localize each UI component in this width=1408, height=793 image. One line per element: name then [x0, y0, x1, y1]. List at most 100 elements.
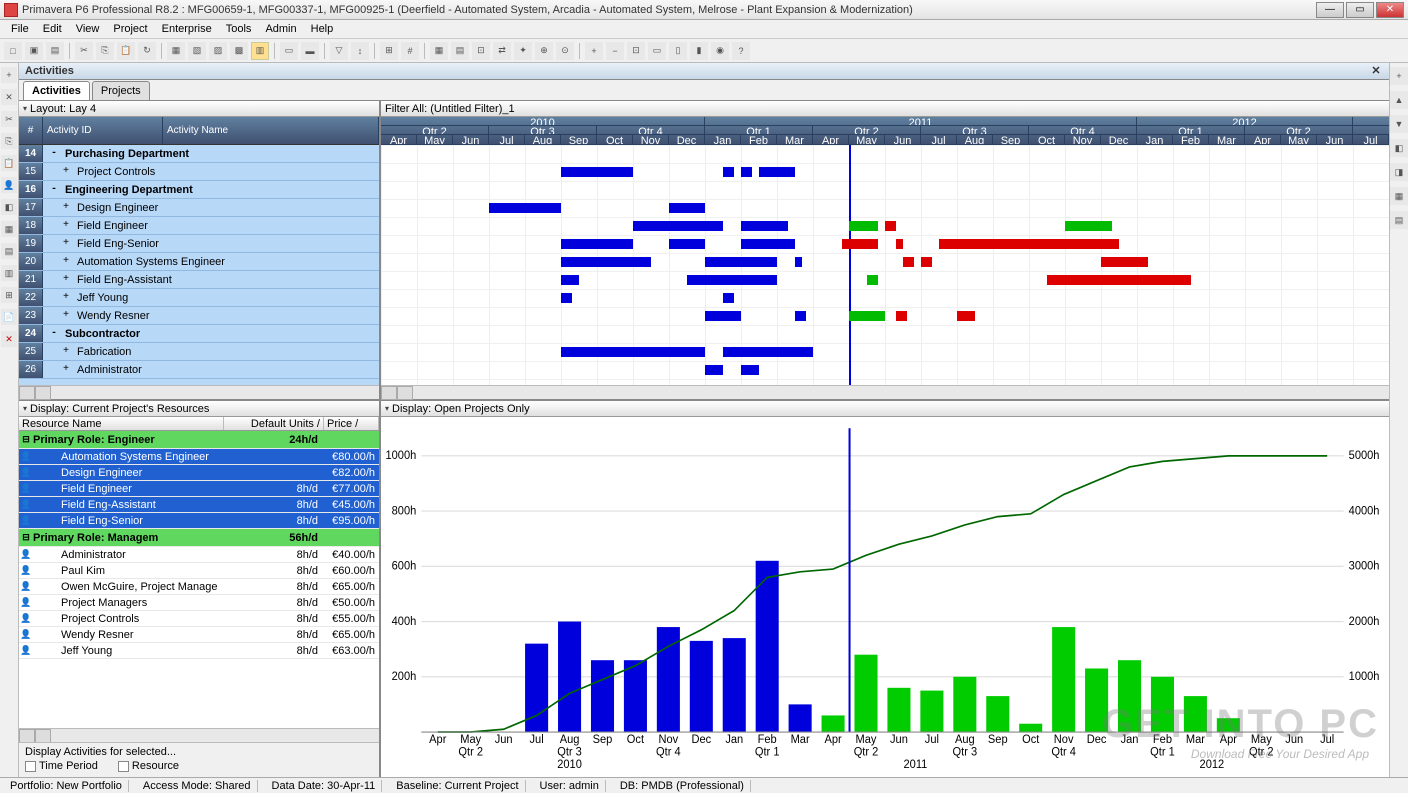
tab-activities[interactable]: Activities — [23, 81, 90, 100]
gantt-bar[interactable] — [849, 221, 878, 231]
col-resource-name[interactable]: Resource Name — [19, 417, 224, 430]
minimize-button[interactable]: — — [1316, 2, 1344, 18]
side-paste-icon[interactable]: 📋 — [1, 155, 17, 171]
menu-view[interactable]: View — [69, 21, 107, 37]
side-copy-icon[interactable]: ⎘ — [1, 133, 17, 149]
resource-row[interactable]: 👤Wendy Resner8h/d€65.00/h — [19, 627, 379, 643]
table-row[interactable]: 15+Project Controls — [19, 163, 379, 181]
role-row[interactable]: ⊟Primary Role: Managem56h/d — [19, 529, 379, 547]
rside-t1-icon[interactable]: ◧ — [1390, 139, 1408, 157]
resource-row[interactable]: 👤Automation Systems Engineer€80.00/h — [19, 449, 379, 465]
view5-icon[interactable]: ▥ — [251, 42, 269, 60]
gantt-bar[interactable] — [561, 239, 633, 249]
menu-help[interactable]: Help — [304, 21, 341, 37]
gantt-bar[interactable] — [561, 293, 572, 303]
zoomout-icon[interactable]: − — [606, 42, 624, 60]
help-icon[interactable]: ? — [732, 42, 750, 60]
gantt-bar[interactable] — [741, 221, 788, 231]
table-row[interactable]: 20+Automation Systems Engineer — [19, 253, 379, 271]
gantt-bar[interactable] — [723, 293, 734, 303]
gantt-bar[interactable] — [795, 311, 806, 321]
view2-icon[interactable]: ▧ — [188, 42, 206, 60]
gantt-bar[interactable] — [1065, 221, 1112, 231]
time-period-checkbox[interactable]: Time Period — [25, 760, 98, 772]
gantt-bar[interactable] — [921, 257, 932, 267]
tool1-icon[interactable]: ▭ — [280, 42, 298, 60]
gantt-bar[interactable] — [896, 311, 907, 321]
gantt-bar[interactable] — [885, 221, 896, 231]
resource-row[interactable]: 👤Administrator8h/d€40.00/h — [19, 547, 379, 563]
gantt-bar[interactable] — [561, 275, 579, 285]
table-row[interactable]: 17+Design Engineer — [19, 199, 379, 217]
tool9-icon[interactable]: ▭ — [648, 42, 666, 60]
tool11-icon[interactable]: ▮ — [690, 42, 708, 60]
open-icon[interactable]: ▣ — [25, 42, 43, 60]
resource-row[interactable]: 👤Design Engineer€82.00/h — [19, 465, 379, 481]
gantt-bar[interactable] — [705, 311, 741, 321]
close-button[interactable]: ✕ — [1376, 2, 1404, 18]
table-row[interactable]: 23+Wendy Resner — [19, 307, 379, 325]
tool4-icon[interactable]: ⊡ — [472, 42, 490, 60]
gantt-bar[interactable] — [705, 365, 723, 375]
gantt-bar[interactable] — [687, 275, 777, 285]
tool12-icon[interactable]: ◉ — [711, 42, 729, 60]
col-units[interactable]: Default Units / Time — [224, 417, 324, 430]
gantt-bar[interactable] — [741, 365, 759, 375]
side-succ-icon[interactable]: ▥ — [1, 265, 17, 281]
gantt-bar[interactable] — [842, 239, 878, 249]
level-icon[interactable]: ▤ — [451, 42, 469, 60]
gantt-scrollbar[interactable] — [381, 385, 1389, 399]
side-add-icon[interactable]: + — [1, 67, 17, 83]
col-activity-name[interactable]: Activity Name — [163, 117, 379, 144]
resource-row[interactable]: 👤Jeff Young8h/d€63.00/h — [19, 643, 379, 659]
maximize-button[interactable]: ▭ — [1346, 2, 1374, 18]
table-row[interactable]: 14-Purchasing Department — [19, 145, 379, 163]
table-row[interactable]: 25+Fabrication — [19, 343, 379, 361]
resource-row[interactable]: 👤Project Controls8h/d€55.00/h — [19, 611, 379, 627]
gantt-bar[interactable] — [849, 311, 885, 321]
gantt-bar[interactable] — [939, 239, 1119, 249]
menu-project[interactable]: Project — [106, 21, 154, 37]
rside-add-icon[interactable]: + — [1390, 67, 1408, 85]
resource-row[interactable]: 👤Project Managers8h/d€50.00/h — [19, 595, 379, 611]
sched-icon[interactable]: ▦ — [430, 42, 448, 60]
zoomfit-icon[interactable]: ⊡ — [627, 42, 645, 60]
table-row[interactable]: 22+Jeff Young — [19, 289, 379, 307]
gantt-bar[interactable] — [633, 221, 723, 231]
role-row[interactable]: ⊟Primary Role: Engineer24h/d — [19, 431, 379, 449]
projects-display-bar[interactable]: ▾ Display: Open Projects Only — [381, 401, 1389, 417]
tool8-icon[interactable]: ⊙ — [556, 42, 574, 60]
filter-bar[interactable]: Filter All: (Untitled Filter)_1 — [381, 101, 1389, 117]
gantt-chart[interactable] — [381, 145, 1389, 385]
side-doc-icon[interactable]: 📄 — [1, 309, 17, 325]
gantt-bar[interactable] — [896, 239, 903, 249]
sort-icon[interactable]: ↕ — [351, 42, 369, 60]
tool10-icon[interactable]: ▯ — [669, 42, 687, 60]
table-row[interactable]: 18+Field Engineer — [19, 217, 379, 235]
new-icon[interactable]: □ — [4, 42, 22, 60]
gantt-bar[interactable] — [957, 311, 975, 321]
rside-up-icon[interactable]: ▲ — [1390, 91, 1408, 109]
resource-row[interactable]: 👤Owen McGuire, Project Manage8h/d€65.00/… — [19, 579, 379, 595]
gantt-bar[interactable] — [1047, 275, 1191, 285]
tool2-icon[interactable]: ▬ — [301, 42, 319, 60]
gantt-bar[interactable] — [903, 257, 914, 267]
tool3-icon[interactable]: # — [401, 42, 419, 60]
filter-icon[interactable]: ▽ — [330, 42, 348, 60]
resource-row[interactable]: 👤Field Eng-Senior8h/d€95.00/h — [19, 513, 379, 529]
panel-close-icon[interactable]: ✕ — [1369, 64, 1383, 78]
gantt-bar[interactable] — [669, 239, 705, 249]
side-res-icon[interactable]: 👤 — [1, 177, 17, 193]
gantt-bar[interactable] — [561, 167, 633, 177]
col-num[interactable]: # — [19, 117, 43, 144]
left-scrollbar[interactable] — [19, 385, 379, 399]
gantt-bar[interactable] — [741, 167, 752, 177]
gantt-bar[interactable] — [561, 257, 651, 267]
side-pred-icon[interactable]: ▤ — [1, 243, 17, 259]
menu-enterprise[interactable]: Enterprise — [155, 21, 219, 37]
menu-file[interactable]: File — [4, 21, 36, 37]
copy-icon[interactable]: ⎘ — [96, 42, 114, 60]
view4-icon[interactable]: ▩ — [230, 42, 248, 60]
tool5-icon[interactable]: ⇄ — [493, 42, 511, 60]
gantt-bar[interactable] — [1101, 257, 1148, 267]
